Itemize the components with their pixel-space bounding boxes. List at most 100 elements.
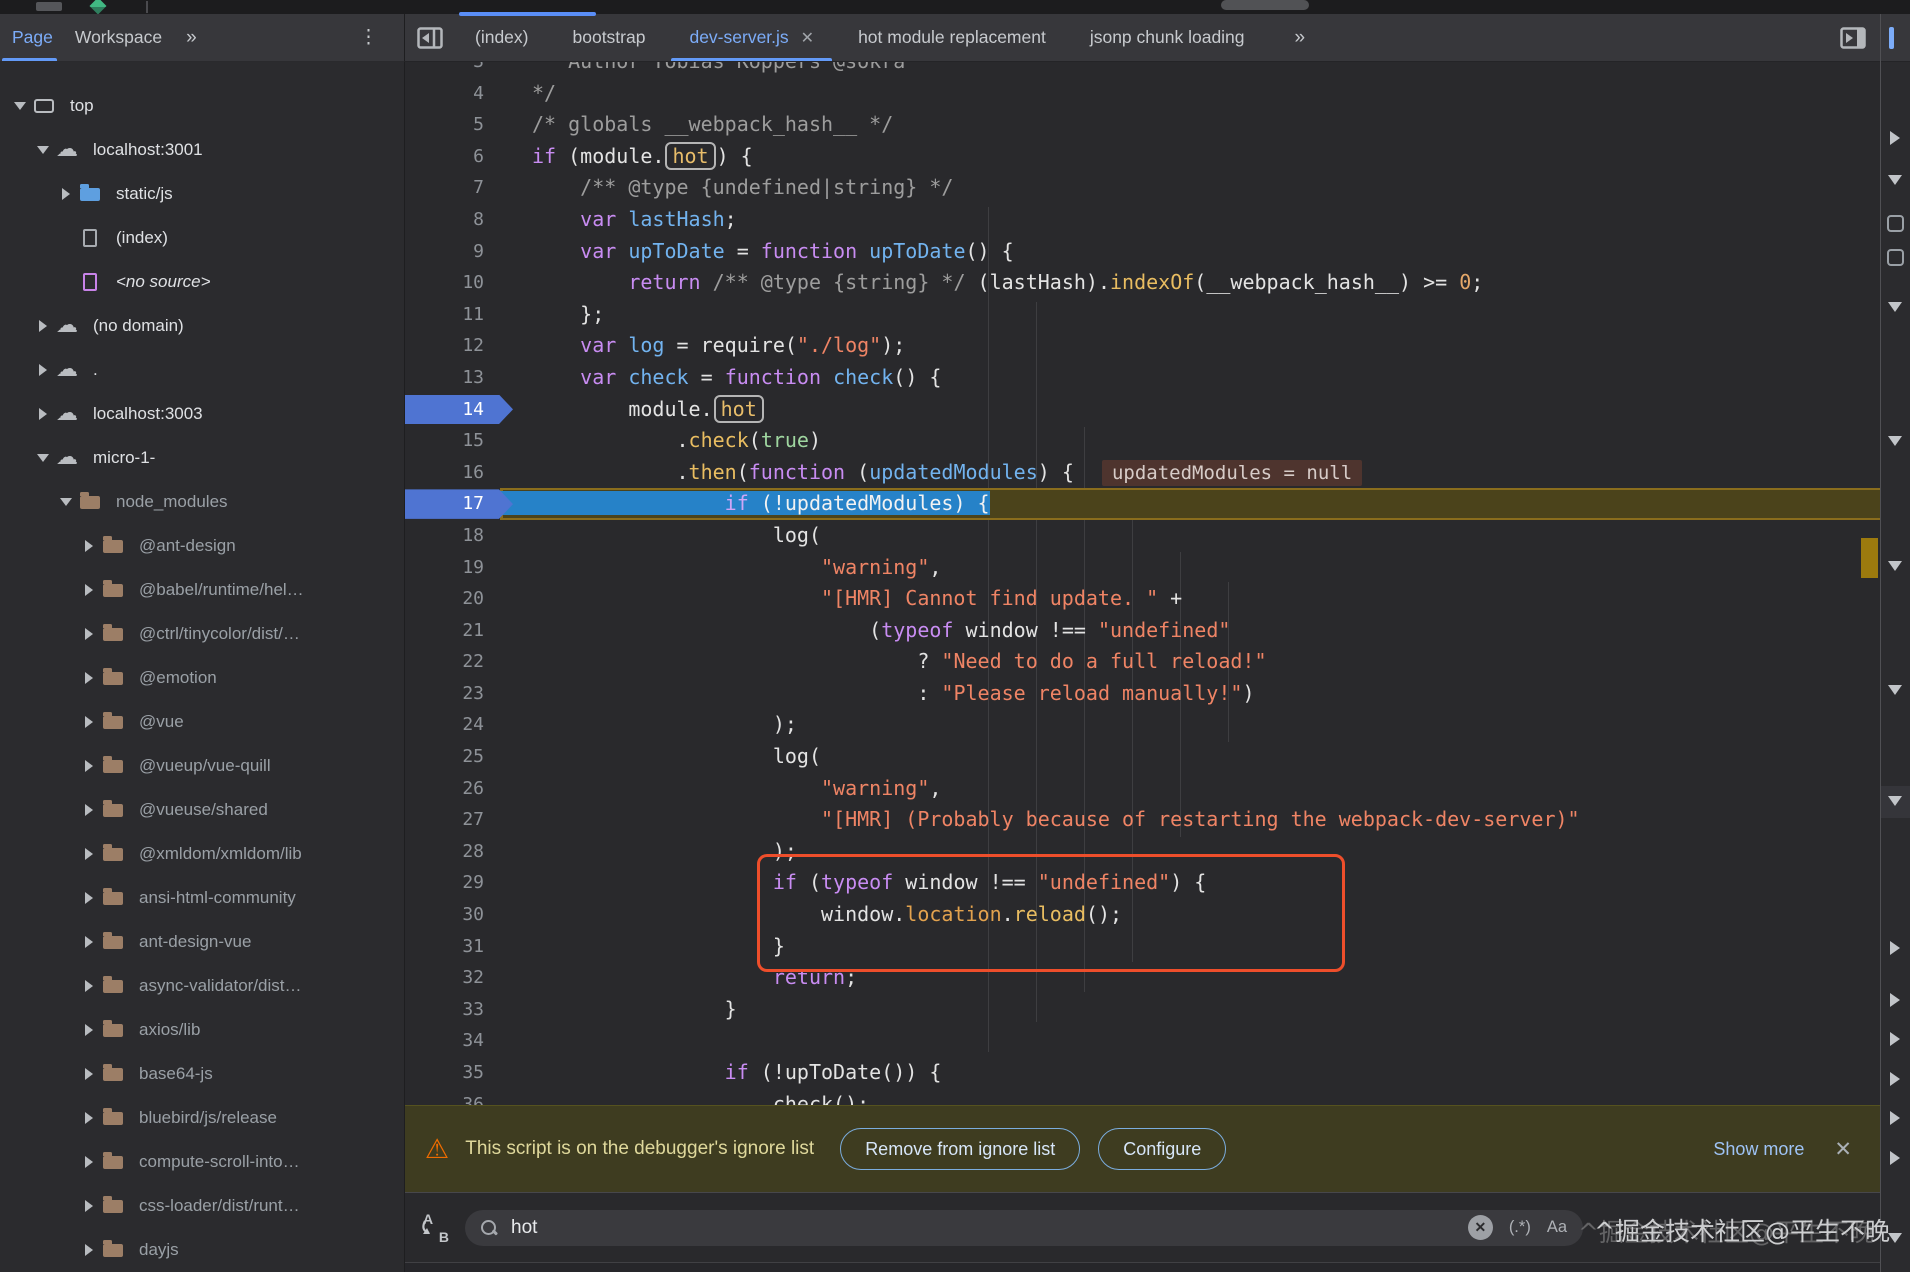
expander-icon[interactable]	[31, 320, 55, 332]
section-expanded-icon[interactable]	[1888, 685, 1902, 695]
gutter-line-number[interactable]: 21	[405, 615, 500, 647]
section-collapsed-icon[interactable]	[1890, 993, 1900, 1007]
gutter-line-number[interactable]: 23	[405, 678, 500, 710]
code-text[interactable]: log(	[500, 520, 1880, 552]
code-text[interactable]: }	[500, 931, 1880, 963]
code-text[interactable]: var upToDate = function upToDate() {	[500, 236, 1880, 268]
expander-icon[interactable]	[77, 716, 101, 728]
expander-icon[interactable]	[31, 146, 55, 154]
tree-item[interactable]: ☁localhost:3003	[0, 392, 404, 436]
editor-tab-hot-module-replacement[interactable]: hot module replacement	[836, 14, 1068, 61]
expander-icon[interactable]	[77, 1244, 101, 1256]
match-case-toggle[interactable]: Aa	[1547, 1218, 1567, 1237]
section-collapsed-icon[interactable]	[1890, 1072, 1900, 1086]
tree-item[interactable]: compute-scroll-into…	[0, 1140, 404, 1184]
code-text[interactable]: "warning",	[500, 552, 1880, 584]
code-text[interactable]: );	[500, 836, 1880, 868]
code-text[interactable]: if (module.hot) {	[500, 141, 1880, 173]
tree-item[interactable]: (index)	[0, 216, 404, 260]
navigator-menu-icon[interactable]: ⋮	[359, 26, 378, 49]
gutter-line-number[interactable]: 33	[405, 994, 500, 1026]
show-more-link[interactable]: Show more	[1713, 1139, 1804, 1160]
tab-close-icon[interactable]: ✕	[801, 28, 814, 48]
code-text[interactable]: "[HMR] Cannot find update. " +	[500, 583, 1880, 615]
tree-item[interactable]: base64-js	[0, 1052, 404, 1096]
section-expanded-icon[interactable]	[1888, 302, 1902, 312]
pause-icon[interactable]	[1889, 27, 1894, 49]
gutter-line-number[interactable]: 22	[405, 646, 500, 678]
configure-button[interactable]: Configure	[1098, 1128, 1226, 1170]
gutter-line-number[interactable]: 32	[405, 962, 500, 994]
expander-icon[interactable]	[77, 584, 101, 596]
code-editor[interactable]: 3 Author Tobias Koppers @sokra4*/5/* glo…	[405, 62, 1880, 1105]
expander-icon[interactable]	[54, 498, 78, 506]
code-text[interactable]: check();	[500, 1089, 1880, 1105]
expander-icon[interactable]	[77, 1024, 101, 1036]
gutter-line-number[interactable]: 31	[405, 931, 500, 963]
section-expanded-icon[interactable]	[1888, 1233, 1902, 1243]
gutter-line-number[interactable]: 11	[405, 299, 500, 331]
code-text[interactable]: (typeof window !== "undefined"	[500, 615, 1880, 647]
code-text[interactable]: var log = require("./log");	[500, 330, 1880, 362]
search-query-text[interactable]: hot	[511, 1217, 537, 1239]
navigator-overflow-chevrons[interactable]: »	[186, 27, 195, 49]
remove-from-ignore-list-button[interactable]: Remove from ignore list	[840, 1128, 1080, 1170]
code-text[interactable]: module.hot	[500, 394, 1880, 426]
code-text[interactable]: */	[500, 78, 1880, 110]
tree-item[interactable]: axios/lib	[0, 1008, 404, 1052]
tabs-overflow-chevrons[interactable]: »	[1295, 27, 1304, 49]
section-expanded-icon[interactable]	[1888, 436, 1902, 446]
editor-tab-bootstrap[interactable]: bootstrap	[551, 14, 668, 61]
tree-item[interactable]: ☁micro-1-	[0, 436, 404, 480]
gutter-line-number[interactable]: 28	[405, 836, 500, 868]
section-collapsed-icon[interactable]	[1890, 131, 1900, 145]
clear-search-icon[interactable]: ✕	[1468, 1215, 1493, 1240]
section-expanded-icon[interactable]	[1888, 561, 1902, 571]
expander-icon[interactable]	[31, 454, 55, 462]
code-text[interactable]: if (!upToDate()) {	[500, 1057, 1880, 1089]
breakpoint-checkbox[interactable]	[1887, 249, 1904, 266]
tree-item[interactable]: @emotion	[0, 656, 404, 700]
code-text[interactable]: window.location.reload();	[500, 899, 1880, 931]
gutter-line-number[interactable]: 8	[405, 204, 500, 236]
expander-icon[interactable]	[77, 1200, 101, 1212]
code-text[interactable]: return /** @type {string} */ (lastHash).…	[500, 267, 1880, 299]
tree-item[interactable]: ☁localhost:3001	[0, 128, 404, 172]
code-text[interactable]: }	[500, 994, 1880, 1026]
gutter-line-number[interactable]: 4	[405, 78, 500, 110]
tree-item[interactable]: @ant-design	[0, 524, 404, 568]
section-collapsed-icon[interactable]	[1890, 941, 1900, 955]
code-text[interactable]: .then(function (updatedModules) { update…	[500, 457, 1880, 489]
code-text[interactable]: .check(true)	[500, 425, 1880, 457]
code-text[interactable]: log(	[500, 741, 1880, 773]
code-text[interactable]: var check = function check() {	[500, 362, 1880, 394]
code-text[interactable]: );	[500, 709, 1880, 741]
tree-item[interactable]: top	[0, 84, 404, 128]
gutter-line-number[interactable]: 17	[405, 488, 500, 520]
code-text[interactable]: : "Please reload manually!")	[500, 678, 1880, 710]
gutter-line-number[interactable]: 13	[405, 362, 500, 394]
search-input[interactable]: hot ✕ (.*) Aa	[465, 1210, 1583, 1246]
code-text[interactable]: return;	[500, 962, 1880, 994]
regex-toggle[interactable]: (.*)	[1509, 1218, 1531, 1237]
code-text[interactable]	[500, 1025, 1880, 1057]
gutter-line-number[interactable]: 18	[405, 520, 500, 552]
gutter-line-number[interactable]: 35	[405, 1057, 500, 1089]
gutter-line-number[interactable]: 27	[405, 804, 500, 836]
tree-item[interactable]: ☁.	[0, 348, 404, 392]
tree-item[interactable]: @ctrl/tinycolor/dist/…	[0, 612, 404, 656]
code-text[interactable]: Author Tobias Koppers @sokra	[500, 62, 1880, 78]
tree-item[interactable]: ☁(no domain)	[0, 304, 404, 348]
gutter-line-number[interactable]: 24	[405, 709, 500, 741]
expander-icon[interactable]	[77, 804, 101, 816]
gutter-line-number[interactable]: 7	[405, 172, 500, 204]
section-collapsed-icon[interactable]	[1890, 1151, 1900, 1165]
banner-close-icon[interactable]: ✕	[1834, 1137, 1852, 1162]
gutter-line-number[interactable]: 6	[405, 141, 500, 173]
gutter-line-number[interactable]: 25	[405, 741, 500, 773]
tree-item[interactable]: node_modules	[0, 480, 404, 524]
gutter-line-number[interactable]: 10	[405, 267, 500, 299]
expander-icon[interactable]	[77, 628, 101, 640]
gutter-line-number[interactable]: 20	[405, 583, 500, 615]
gutter-line-number[interactable]: 9	[405, 236, 500, 268]
